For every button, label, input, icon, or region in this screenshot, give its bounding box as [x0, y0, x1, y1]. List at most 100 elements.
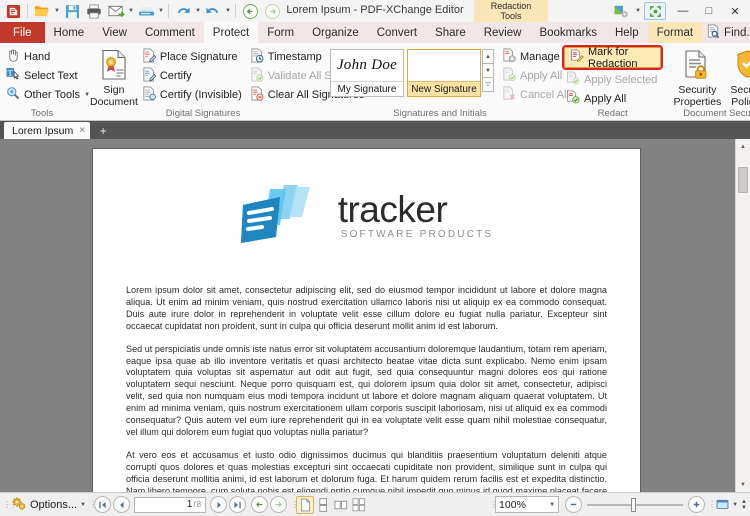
customize-dropdown-arrow[interactable]: ▼ [634, 1, 642, 21]
place-signature-button[interactable]: Place Signature [140, 47, 246, 66]
last-page-button[interactable] [229, 496, 247, 513]
chevron-down-icon[interactable]: ▼ [549, 502, 555, 508]
open-dropdown-arrow[interactable]: ▼ [53, 1, 61, 21]
gallery-scroll-down[interactable]: ▼ [482, 63, 494, 78]
zoom-out-button[interactable] [565, 496, 583, 513]
svg-text:T: T [8, 68, 13, 77]
sign-document-button[interactable]: Sign Document [90, 47, 138, 108]
gallery-scroll-buttons: ▲ ▼ ▽ [482, 49, 494, 92]
place-signature-icon [142, 48, 157, 66]
scroll-down-button[interactable]: ▼ [736, 477, 750, 492]
new-tab-button[interactable]: + [93, 123, 113, 138]
customize-toolbar-icon[interactable] [610, 2, 632, 20]
paragraph: Sed ut perspiciatis unde omnis iste natu… [126, 343, 607, 437]
mark-for-redaction-button[interactable]: Mark for Redaction [561, 45, 664, 70]
save-icon[interactable] [61, 1, 83, 21]
document-tab-label: Lorem Ipsum [12, 124, 74, 137]
redo-dropdown-arrow[interactable]: ▼ [224, 1, 232, 21]
tab-help[interactable]: Help [606, 22, 648, 43]
two-page-continuous-view-button[interactable] [350, 496, 368, 514]
first-page-button[interactable] [94, 496, 112, 513]
timestamp-label: Timestamp [267, 50, 322, 63]
signature-card-new-signature[interactable]: New Signature [407, 49, 481, 97]
tab-protect[interactable]: Protect [203, 22, 259, 43]
gallery-more[interactable]: ▽ [482, 77, 494, 92]
chevron-down-icon[interactable]: ▼ [80, 502, 86, 508]
fit-page-icon[interactable] [713, 496, 731, 514]
document-tab-lorem-ipsum[interactable]: Lorem Ipsum × [4, 122, 91, 139]
email-dropdown-arrow[interactable]: ▼ [127, 1, 135, 21]
undo-icon[interactable] [172, 1, 194, 21]
options-button[interactable]: Options... ▼ [8, 496, 89, 514]
zoom-level-input[interactable]: 100% ▼ [495, 496, 560, 513]
single-page-view-button[interactable] [296, 495, 315, 514]
pdf-page[interactable]: tracker SOFTWARE PRODUCTS Lorem ipsum do… [93, 149, 640, 492]
zoom-in-button[interactable] [688, 496, 706, 513]
other-tools-button[interactable]: Other Tools ▼ [4, 85, 94, 104]
gallery-scroll-up[interactable]: ▲ [482, 49, 494, 64]
scan-icon[interactable] [135, 1, 157, 21]
window-controls: ▼ — □ ✕ [610, 0, 750, 22]
signature-card-my-signature[interactable]: John Doe My Signature [330, 49, 404, 97]
fullscreen-icon[interactable] [644, 2, 666, 20]
apply-selected-redaction-button: Apply Selected [564, 70, 661, 89]
scan-dropdown-arrow[interactable]: ▼ [157, 1, 165, 21]
security-properties-button[interactable]: Security Properties [671, 47, 723, 108]
certify-button[interactable]: Certify [140, 66, 246, 85]
maximize-button[interactable]: □ [696, 0, 722, 22]
tab-convert[interactable]: Convert [368, 22, 426, 43]
close-icon[interactable]: × [79, 125, 85, 136]
hand-tool-button[interactable]: Hand [4, 47, 94, 66]
email-icon[interactable] [105, 1, 127, 21]
tab-share[interactable]: Share [426, 22, 475, 43]
status-bar: ⋮⋮ Options... ▼ ⋮⋮ 1 / 8 [0, 492, 750, 516]
tab-organize[interactable]: Organize [303, 22, 368, 43]
contextual-tab-redaction-tools[interactable]: Redaction Tools [474, 0, 548, 22]
tab-review[interactable]: Review [475, 22, 531, 43]
back-icon[interactable] [239, 1, 261, 21]
tab-home[interactable]: Home [45, 22, 94, 43]
app-logo-icon[interactable] [2, 1, 24, 21]
forward-icon[interactable] [261, 1, 283, 21]
open-icon[interactable] [31, 1, 53, 21]
statusbar-overflow[interactable]: ▲ ▼ [741, 499, 747, 511]
two-page-view-button[interactable] [332, 496, 350, 514]
chevron-down-icon[interactable]: ▼ [731, 495, 739, 515]
mark-for-redaction-label: Mark for Redaction [588, 45, 638, 70]
minimize-button[interactable]: — [670, 0, 696, 22]
next-page-button[interactable] [210, 496, 228, 513]
apply-all-redaction-button[interactable]: Apply All [564, 89, 661, 108]
scroll-up-button[interactable]: ▲ [736, 139, 750, 154]
tab-comment[interactable]: Comment [136, 22, 204, 43]
close-button[interactable]: ✕ [722, 0, 748, 22]
tracker-logo-icon [240, 183, 326, 249]
page-number-input[interactable]: 1 / 8 [134, 496, 207, 513]
tab-file[interactable]: File [0, 22, 45, 43]
scrollbar-thumb[interactable] [738, 167, 748, 193]
vertical-scrollbar[interactable]: ▲ ▼ [735, 139, 750, 492]
tab-bookmarks[interactable]: Bookmarks [530, 22, 606, 43]
print-icon[interactable] [83, 1, 105, 21]
navigate-forward-button[interactable] [270, 496, 288, 513]
paragraph: At vero eos et accusamus et iusto odio d… [126, 449, 607, 492]
tab-view[interactable]: View [93, 22, 136, 43]
scrollbar-track[interactable] [736, 154, 750, 477]
find-button[interactable]: Find... [702, 24, 750, 41]
certify-invisible-button[interactable]: Certify (Invisible) [140, 85, 246, 104]
redo-icon[interactable] [202, 1, 224, 21]
select-text-button[interactable]: T Select Text [4, 66, 94, 85]
apply-all-icon [502, 67, 516, 85]
security-policies-button[interactable]: Security Policies [723, 47, 750, 108]
navigate-back-button[interactable] [251, 496, 269, 513]
tab-format[interactable]: Format [647, 22, 703, 43]
previous-page-button[interactable] [113, 496, 131, 513]
single-page-continuous-view-button[interactable] [314, 496, 332, 514]
zoom-slider-thumb[interactable] [631, 497, 637, 512]
document-viewport[interactable]: tracker SOFTWARE PRODUCTS Lorem ipsum do… [0, 139, 750, 492]
zoom-slider[interactable] [565, 496, 706, 513]
undo-dropdown-arrow[interactable]: ▼ [194, 1, 202, 21]
tab-form[interactable]: Form [258, 22, 303, 43]
zoom-slider-track[interactable] [587, 497, 684, 512]
certify-invisible-icon [142, 86, 156, 104]
group-label-signatures-and-initials: Signatures and Initials [393, 108, 487, 119]
